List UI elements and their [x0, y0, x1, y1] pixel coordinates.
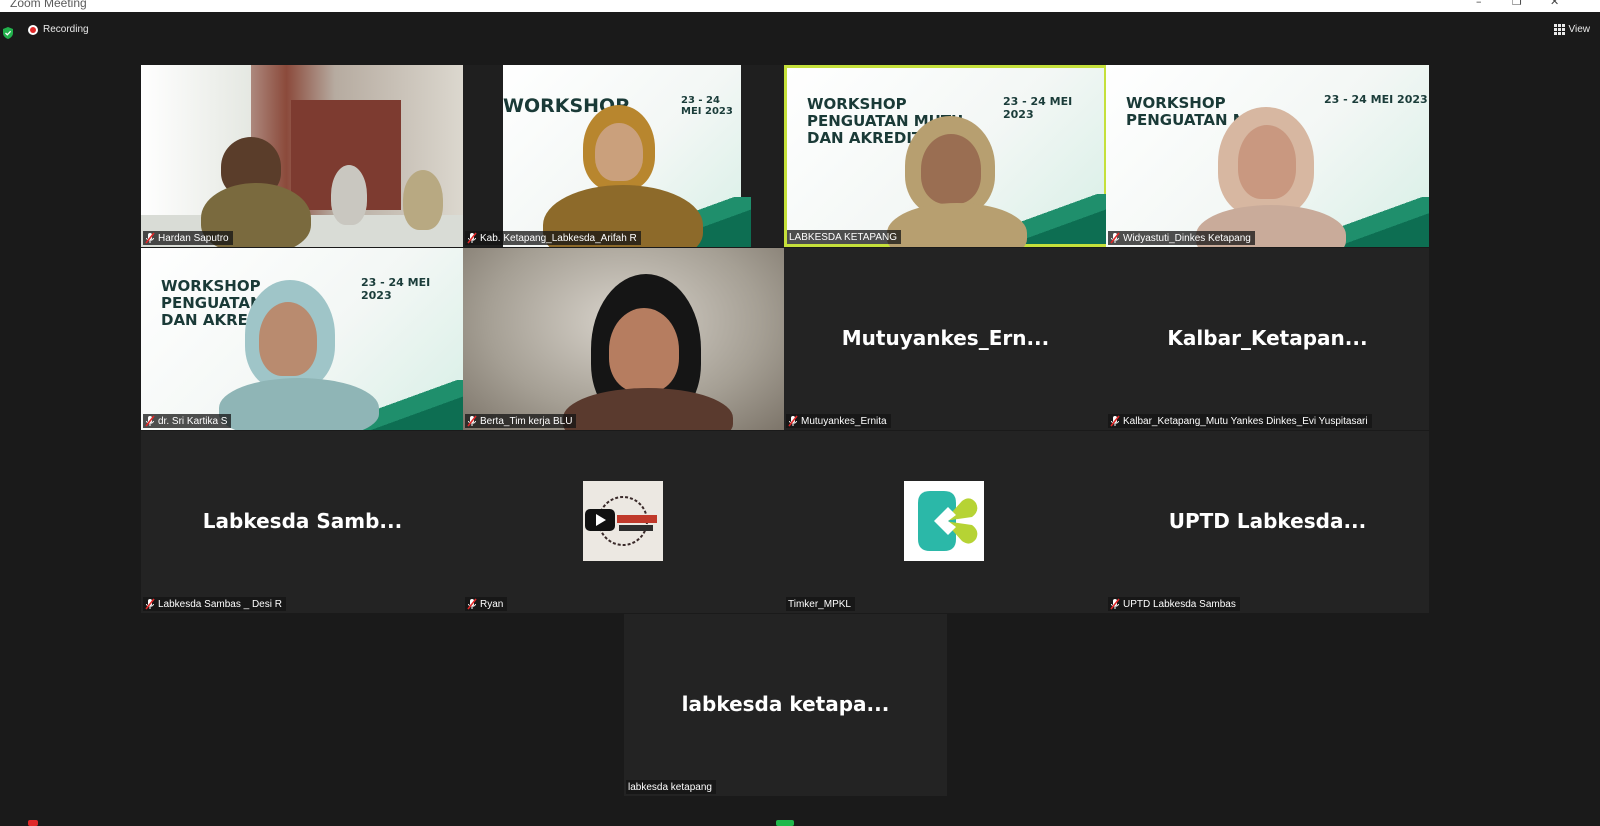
participant-tile[interactable]: Berta_Tim kerja BLU: [463, 248, 786, 430]
slide-date-text: 23 - 24 MEI 2023: [361, 276, 431, 302]
view-label: View: [1568, 24, 1591, 35]
mic-muted-icon: [1110, 232, 1120, 244]
participant-name: Kalbar_Ketapang_Mutu Yankes Dinkes_Evi Y…: [1123, 415, 1368, 427]
participant-tile[interactable]: UPTD Labkesda... UPTD Labkesda Sambas: [1106, 431, 1429, 613]
participant-display-name: UPTD Labkesda...: [1168, 509, 1367, 533]
participant-display-name: Mutuyankes_Ern...: [841, 326, 1050, 350]
participant-name: UPTD Labkesda Sambas: [1123, 598, 1236, 610]
participant-name-label: Kab. Ketapang_Labkesda_Arifah R: [465, 231, 641, 245]
participant-name: Kab. Ketapang_Labkesda_Arifah R: [480, 232, 637, 244]
participant-name: Labkesda Sambas _ Desi R: [158, 598, 282, 610]
participant-name: Mutuyankes_Ernita: [801, 415, 887, 427]
mute-button-icon[interactable]: [28, 820, 38, 826]
participant-name-label: Hardan Saputro: [143, 231, 233, 245]
window-title: Zoom Meeting: [10, 0, 87, 10]
participant-name: dr. Sri Kartika S: [158, 415, 228, 427]
mic-muted-icon: [467, 415, 477, 427]
security-button-icon[interactable]: [776, 820, 794, 826]
participant-name-label: UPTD Labkesda Sambas: [1108, 597, 1240, 611]
participant-video: WORKSHOP PENGUATAN MUTU DAN AKREDITASI 23 …: [787, 68, 1107, 247]
participant-name: Hardan Saputro: [158, 232, 229, 244]
participant-name-label: labkesda ketapang: [626, 780, 716, 794]
view-button[interactable]: View: [1553, 24, 1591, 35]
participant-tile[interactable]: Hardan Saputro: [141, 65, 464, 247]
participant-name: Timker_MPKL: [788, 598, 851, 610]
restore-icon[interactable]: ❐: [1512, 0, 1522, 8]
grid-view-icon: [1553, 24, 1565, 35]
mic-muted-icon: [145, 415, 155, 427]
participant-video: WORKSHOP PENGUATAN MUTU 23 - 24 MEI 2023: [1106, 65, 1429, 247]
participant-name: LABKESDA KETAPANG: [789, 231, 898, 243]
participant-name-label: Widyastuti_Dinkes Ketapang: [1108, 231, 1255, 245]
mic-muted-icon: [788, 415, 798, 427]
participant-display-name: labkesda ketapa...: [681, 692, 890, 716]
recording-icon: [28, 24, 38, 35]
recording-label: Recording: [43, 24, 89, 35]
mic-muted-icon: [1110, 415, 1120, 427]
participant-name-label: Timker_MPKL: [786, 597, 855, 611]
participant-tile[interactable]: Mutuyankes_Ern... Mutuyankes_Ernita: [784, 248, 1107, 430]
participant-name-label: dr. Sri Kartika S: [143, 414, 232, 428]
participant-name-label: LABKESDA KETAPANG: [787, 230, 902, 244]
participant-display-name: Labkesda Samb...: [202, 509, 403, 533]
kaos-burok-channel-logo: [583, 481, 663, 561]
mic-muted-icon: [145, 598, 155, 610]
participant-tile[interactable]: Timker_MPKL: [784, 431, 1107, 613]
participant-video: [463, 248, 786, 430]
participant-name: Berta_Tim kerja BLU: [480, 415, 573, 427]
slide-date-text: 23 - 24 MEI 2023: [1003, 95, 1073, 121]
bottom-toolbar: [0, 818, 1600, 826]
kemenkes-logo: [904, 481, 984, 561]
mic-muted-icon: [467, 598, 477, 610]
participant-video: [141, 65, 464, 247]
mic-muted-icon: [1110, 598, 1120, 610]
participant-tile[interactable]: WORKSHOP PENGUATAN MUTU 23 - 24 MEI 2023 …: [1106, 65, 1429, 247]
participant-name-label: Kalbar_Ketapang_Mutu Yankes Dinkes_Evi Y…: [1108, 414, 1372, 428]
participant-name: labkesda ketapang: [628, 781, 712, 793]
mic-muted-icon: [467, 232, 477, 244]
participant-tile-active-speaker[interactable]: WORKSHOP PENGUATAN MUTU DAN AKREDITASI 23 …: [784, 65, 1107, 247]
participant-name-label: Berta_Tim kerja BLU: [465, 414, 577, 428]
participant-video: WORKSHOP PENGUATAN MUTU DAN AKREDITASI 23 …: [141, 248, 464, 430]
participant-name: Ryan: [480, 598, 504, 610]
participant-tile[interactable]: Ryan: [463, 431, 786, 613]
minimize-icon[interactable]: –: [1476, 0, 1482, 8]
participant-tile[interactable]: Kalbar_Ketapan... Kalbar_Ketapang_Mutu Y…: [1106, 248, 1429, 430]
participant-name-label: Ryan: [465, 597, 508, 611]
window-title-bar: Zoom Meeting – ❐ ✕: [0, 0, 1600, 12]
participant-name: Widyastuti_Dinkes Ketapang: [1123, 232, 1251, 244]
participant-tile[interactable]: labkesda ketapa... labkesda ketapang: [624, 614, 947, 796]
security-shield-icon[interactable]: [2, 24, 14, 43]
recording-indicator[interactable]: Recording: [28, 24, 89, 35]
meeting-top-bar: Recording View: [0, 12, 1600, 52]
slide-date-text: 23 - 24 MEI 2023: [681, 95, 733, 117]
participant-tile[interactable]: Labkesda Samb... Labkesda Sambas _ Desi …: [141, 431, 464, 613]
mic-muted-icon: [145, 232, 155, 244]
participant-name-label: Mutuyankes_Ernita: [786, 414, 891, 428]
participant-display-name: Kalbar_Ketapan...: [1167, 326, 1368, 350]
participant-tile[interactable]: WORKSHOP 23 - 24 MEI 2023 Kab. Ketapang_…: [463, 65, 786, 247]
slide-date-text: 23 - 24 MEI 2023: [1324, 93, 1428, 106]
participant-tile[interactable]: WORKSHOP PENGUATAN MUTU DAN AKREDITASI 23 …: [141, 248, 464, 430]
close-icon[interactable]: ✕: [1550, 0, 1559, 8]
participant-name-label: Labkesda Sambas _ Desi R: [143, 597, 286, 611]
participant-video: WORKSHOP 23 - 24 MEI 2023: [463, 65, 786, 247]
